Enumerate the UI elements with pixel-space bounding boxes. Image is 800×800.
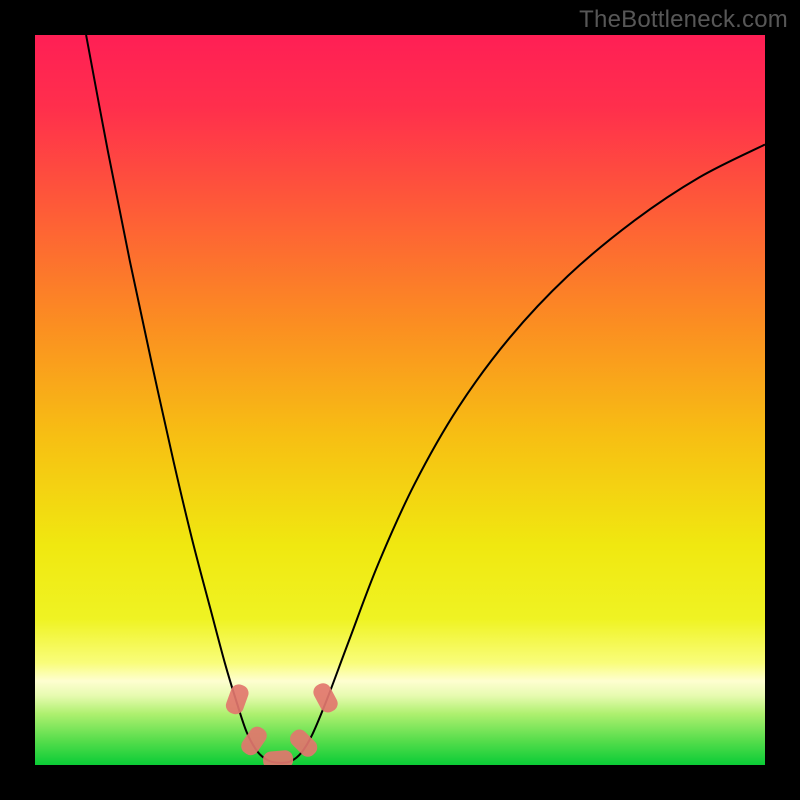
bottleneck-curve bbox=[86, 35, 765, 763]
marker-2 bbox=[262, 750, 293, 765]
marker-4 bbox=[311, 680, 341, 715]
watermark-text: TheBottleneck.com bbox=[579, 6, 788, 34]
marker-0 bbox=[224, 682, 251, 716]
plot-area bbox=[35, 35, 765, 765]
marker-1 bbox=[238, 723, 270, 758]
curve-layer bbox=[35, 35, 765, 765]
chart-frame: TheBottleneck.com bbox=[0, 0, 800, 800]
marker-group bbox=[224, 680, 341, 765]
